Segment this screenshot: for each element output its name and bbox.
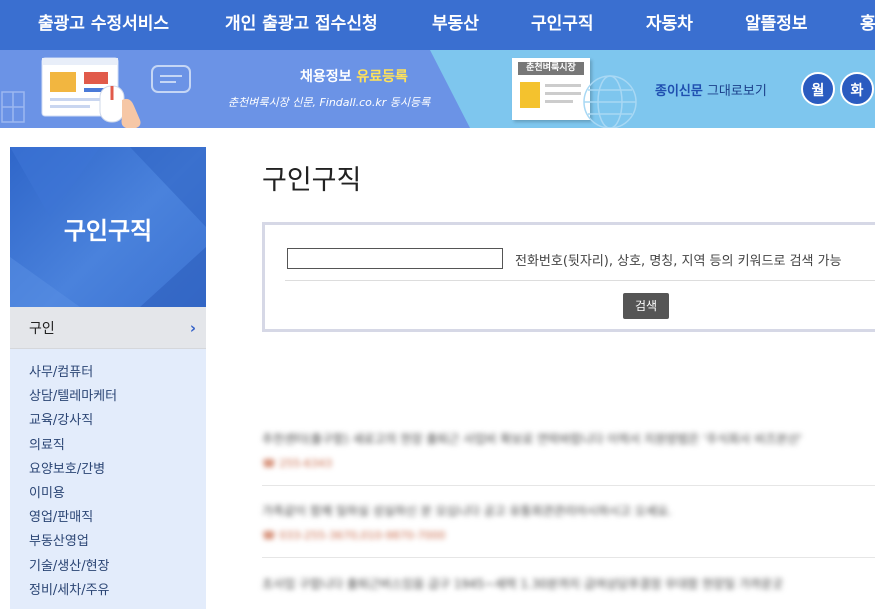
listing-text: 가족같이 함께 일하실 성실하신 분 모십니다 공고 유통회관관리아시하시고 오… <box>262 504 672 518</box>
promo-subtitle: 춘천벼룩시장 신문, Findall.co.kr 동시등록 <box>228 96 431 109</box>
search-input[interactable] <box>287 248 503 269</box>
listing-divider <box>262 485 875 486</box>
list-item[interactable]: 초사업 구합니다 출퇴근버스있음 급구 1945~세력 1.30분까지 급여상담… <box>262 575 875 592</box>
view-paper-link[interactable]: 종이신문 그대로보기 <box>655 80 767 99</box>
nav-more-truncated[interactable]: 홍 <box>860 0 875 50</box>
listing-text: 초사업 구합니다 출퇴근버스있음 급구 1945~세력 1.30분까지 급여상담… <box>262 577 784 591</box>
page-title: 구인구직 <box>262 165 362 196</box>
nav-personal-ad-application[interactable]: 개인 출광고 접수신청 <box>225 0 378 50</box>
list-item[interactable]: 가족같이 함께 일하실 성실하신 분 모십니다 공고 유통회관관리아시하시고 오… <box>262 502 875 542</box>
computer-illustration-icon <box>1 57 191 128</box>
newspaper-label: 춘천벼룩시장 <box>518 62 584 75</box>
newspaper-illustration: 춘천벼룩시장 <box>512 58 590 120</box>
sidebar-active-label: 구인 <box>29 320 55 337</box>
search-button[interactable]: 검색 <box>623 293 669 319</box>
nav-real-estate[interactable]: 부동산 <box>432 0 479 50</box>
chevron-right-icon: › <box>189 318 196 337</box>
sidebar-item-education[interactable]: 교육/강사직 <box>10 409 206 433</box>
sidebar-item-job-offers[interactable]: 구인 › <box>10 307 206 349</box>
listing-text: 추천센터(출구함) 새로고의 현장 출퇴근 사업비 확보로 연락바랍니다 이력서… <box>262 432 802 446</box>
search-panel: 전화번호(뒷자리), 상호, 명칭, 지역 등의 키워드로 검색 가능 검색 <box>262 222 875 332</box>
nav-cars[interactable]: 자동차 <box>646 0 693 50</box>
sidebar: 구인구직 구인 › 사무/컴퓨터 상담/텔레마케터 교육/강사직 의료직 요양보… <box>10 147 206 609</box>
promo-title-lead: 채용정보 <box>300 69 352 85</box>
sidebar-item-caregiver[interactable]: 요양보호/간병 <box>10 458 206 482</box>
search-divider <box>285 280 875 281</box>
listing-divider <box>262 557 875 558</box>
list-item[interactable]: 추천센터(출구함) 새로고의 현장 출퇴근 사업비 확보로 연락바랍니다 이력서… <box>262 430 875 470</box>
day-button-tue[interactable]: 화 <box>840 72 874 106</box>
sidebar-item-telemarketer[interactable]: 상담/텔레마케터 <box>10 385 206 409</box>
sidebar-item-real-estate-sales[interactable]: 부동산영업 <box>10 530 206 554</box>
nav-jobs[interactable]: 구인구직 <box>531 0 594 50</box>
sidebar-item-beauty[interactable]: 이미용 <box>10 482 206 506</box>
day-button-mon[interactable]: 월 <box>801 72 835 106</box>
view-paper-link-rest: 그대로보기 <box>702 84 767 99</box>
sidebar-header: 구인구직 <box>10 147 206 307</box>
view-paper-link-lead: 종이신문 <box>655 84 703 99</box>
sidebar-item-technical-production[interactable]: 기술/생산/현장 <box>10 555 206 579</box>
globe-icon <box>583 75 637 128</box>
banner-divider <box>430 50 470 128</box>
promo-title: 채용정보 유료등록 <box>300 66 408 86</box>
search-hint: 전화번호(뒷자리), 상호, 명칭, 지역 등의 키워드로 검색 가능 <box>515 254 842 269</box>
top-navigation: 출광고 수정서비스 개인 출광고 접수신청 부동산 구인구직 자동차 알뜰정보 … <box>0 0 875 50</box>
sidebar-item-maintenance[interactable]: 정비/세차/주유 <box>10 579 206 603</box>
promo-banner: 채용정보 유료등록 춘천벼룩시장 신문, Findall.co.kr 동시등록 … <box>0 50 875 128</box>
sidebar-title: 구인구직 <box>63 217 153 245</box>
promo-title-accent[interactable]: 유료등록 <box>356 69 408 85</box>
sidebar-item-office-computer[interactable]: 사무/컴퓨터 <box>10 361 206 385</box>
nav-deals[interactable]: 알뜰정보 <box>745 0 808 50</box>
listing-phone: ☎ 255-6343 <box>262 457 333 470</box>
nav-ad-edit-service[interactable]: 출광고 수정서비스 <box>38 0 169 50</box>
sidebar-item-sales[interactable]: 영업/판매직 <box>10 506 206 530</box>
sidebar-category-list: 사무/컴퓨터 상담/텔레마케터 교육/강사직 의료직 요양보호/간병 이미용 영… <box>10 349 206 609</box>
listing-phone: ☎ 033-255-3670,010-9870-7000 <box>262 529 446 542</box>
sidebar-item-medical[interactable]: 의료직 <box>10 434 206 458</box>
